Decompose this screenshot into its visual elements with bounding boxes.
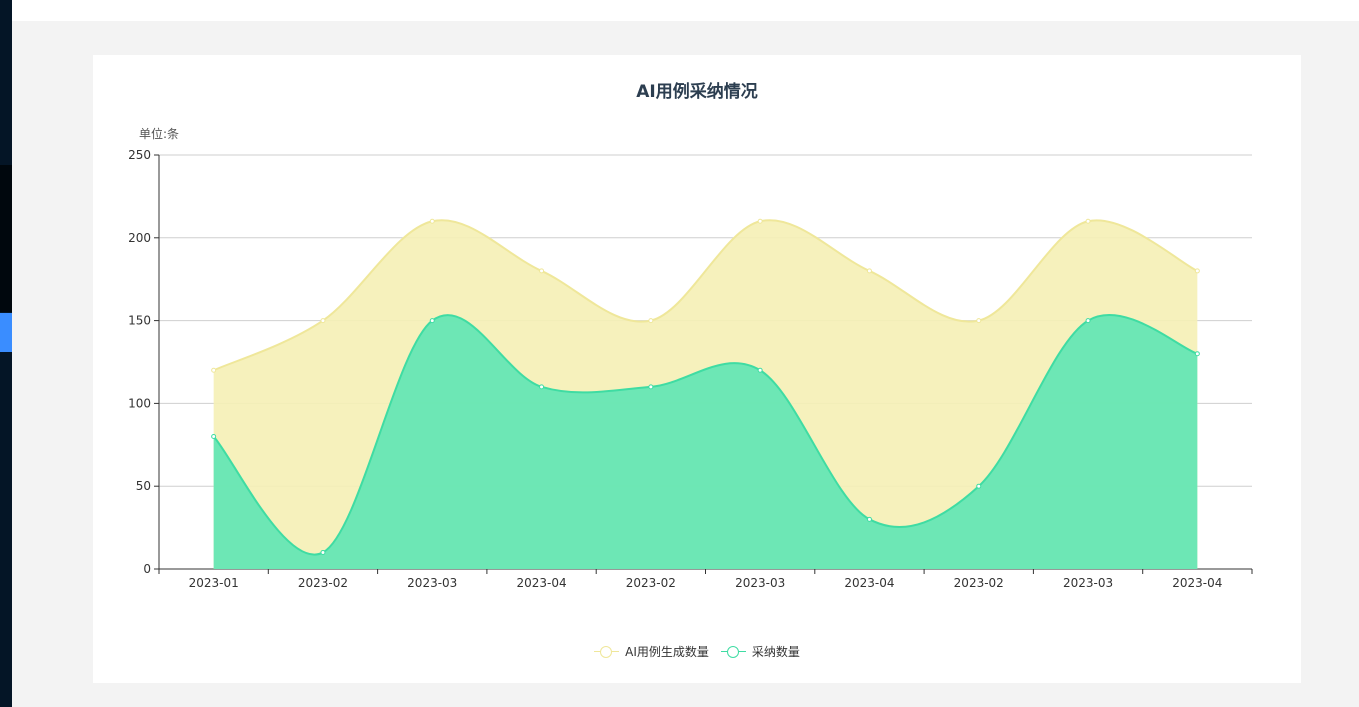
area-chart: 0 50 100 150 200 250 2023-01 2023-02 2023-03 2023… <box>128 148 1253 590</box>
x-tick-label: 2023-02 <box>626 576 676 590</box>
legend-label: AI用例生成数量 <box>625 645 709 659</box>
data-point <box>539 268 545 274</box>
x-tick-label: 2023-04 <box>516 576 566 590</box>
data-point <box>1085 218 1091 224</box>
data-point <box>866 268 872 274</box>
data-point <box>1085 318 1091 324</box>
x-tick-label: 2023-04 <box>1172 576 1222 590</box>
data-point <box>320 318 326 324</box>
data-point <box>1194 351 1200 357</box>
y-tick-label: 150 <box>128 314 151 328</box>
data-point <box>320 549 326 555</box>
x-tick-label: 2023-03 <box>1063 576 1113 590</box>
left-sidebar <box>0 0 12 707</box>
y-tick-label: 100 <box>128 396 151 410</box>
legend-marker-icon <box>594 645 620 659</box>
data-point <box>976 318 982 324</box>
x-tick-label: 2023-04 <box>844 576 894 590</box>
sidebar-active-indicator[interactable] <box>0 313 12 352</box>
sidebar-dark-section <box>0 165 12 312</box>
x-tick-label: 2023-01 <box>189 576 239 590</box>
x-tick-label: 2023-03 <box>407 576 457 590</box>
legend-item-adopted[interactable]: 采纳数量 <box>720 643 800 660</box>
x-tick-label: 2023-02 <box>298 576 348 590</box>
x-tick-label: 2023-03 <box>735 576 785 590</box>
data-point <box>1194 268 1200 274</box>
x-tick-label: 2023-02 <box>954 576 1004 590</box>
data-point <box>429 218 435 224</box>
legend-item-generated[interactable]: AI用例生成数量 <box>594 643 709 660</box>
data-point <box>211 434 217 440</box>
y-tick-label: 200 <box>128 231 151 245</box>
data-point <box>648 384 654 390</box>
data-point <box>976 483 982 489</box>
data-point <box>757 367 763 373</box>
y-tick-label: 50 <box>136 479 151 493</box>
top-bar <box>12 0 1359 21</box>
legend-marker-icon <box>720 645 746 659</box>
chart-card: AI用例采纳情况 单位:条 0 50 100 150 200 250 2023-01 2023… <box>93 55 1301 683</box>
data-point <box>757 218 763 224</box>
data-point <box>539 384 545 390</box>
y-tick-label: 0 <box>143 562 151 576</box>
chart-legend: AI用例生成数量 采纳数量 <box>93 643 1301 660</box>
data-point <box>866 516 872 522</box>
data-point <box>648 318 654 324</box>
y-tick-label: 250 <box>128 148 151 162</box>
legend-label: 采纳数量 <box>751 645 800 659</box>
data-point <box>429 318 435 324</box>
data-point <box>211 367 217 373</box>
